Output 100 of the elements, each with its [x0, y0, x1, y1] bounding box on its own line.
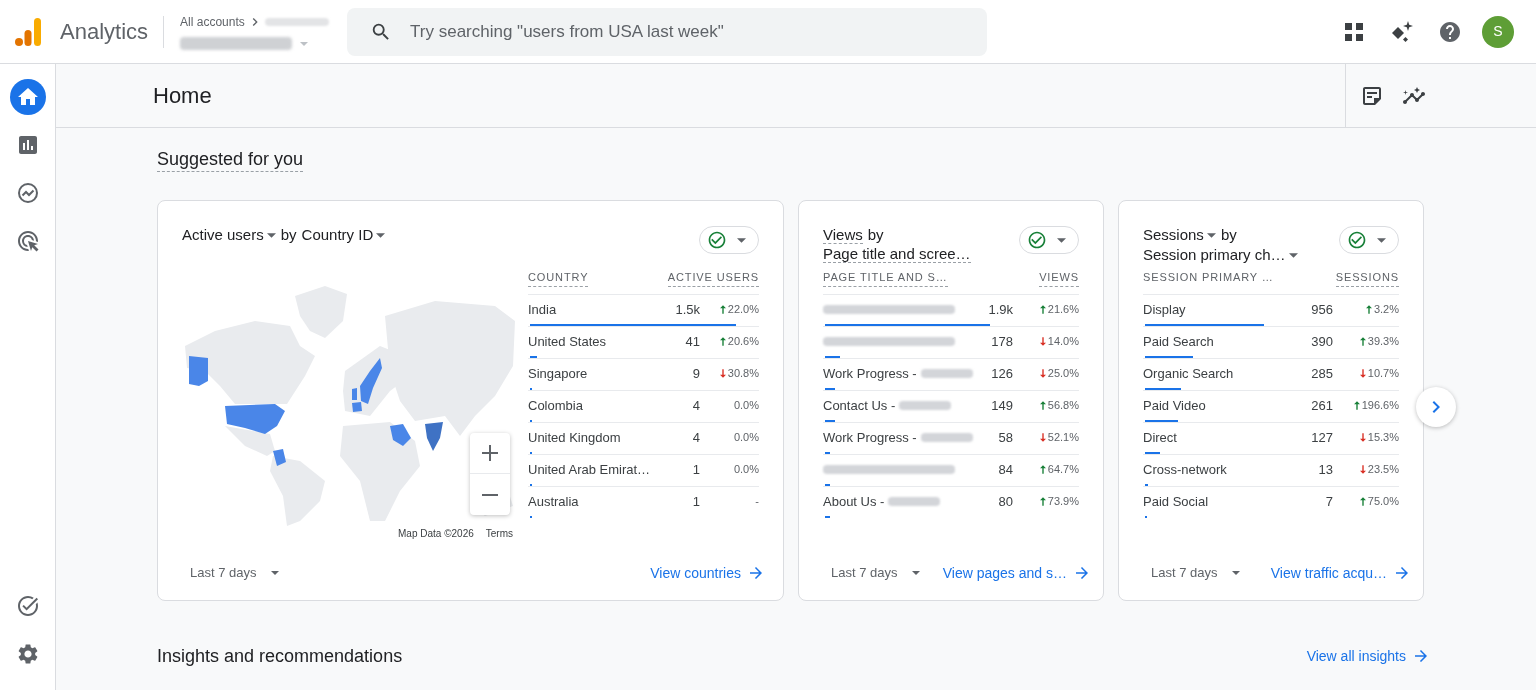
metric-label[interactable]: Views [823, 226, 863, 244]
change-percent: 14.0% [1047, 334, 1079, 350]
row-label: United Kingdom [528, 428, 621, 447]
caret-icon [300, 41, 309, 46]
metric-dropdown[interactable]: Sessions [1143, 225, 1216, 245]
change-percent: 21.6% [1047, 302, 1079, 318]
map-attribution: Map Data ©2026 [398, 526, 474, 541]
caret-icon [376, 232, 386, 238]
change-percent: 22.0% [727, 302, 759, 318]
row-label: Paid Search [1143, 332, 1214, 351]
dimension-dropdown[interactable]: Session primary ch… [1143, 245, 1298, 265]
change-percent: 30.8% [727, 366, 759, 382]
view-all-insights-link[interactable]: View all insights [1306, 645, 1430, 667]
terms-link[interactable]: Terms [485, 525, 513, 541]
row-value: 1.5k [675, 300, 700, 319]
arrow-right-icon [747, 564, 765, 582]
arrow-right-icon [1412, 647, 1430, 665]
plus-icon [482, 445, 498, 461]
row-label: Singapore [528, 364, 588, 383]
caret-icon [1206, 232, 1216, 238]
row-value: 4 [692, 396, 700, 415]
change-percent: 0.0% [733, 398, 759, 414]
row-label: Cross-network [1143, 460, 1227, 479]
row-value: 4 [692, 428, 700, 447]
section-heading[interactable]: Suggested for you [157, 147, 304, 172]
change-percent: 52.1% [1047, 430, 1079, 446]
row-label: About Us - [823, 492, 885, 511]
change-percent: 15.3% [1367, 430, 1399, 446]
caret-icon [911, 571, 920, 575]
change-percent: 39.3% [1367, 334, 1399, 350]
help-icon [1438, 19, 1462, 44]
status-dropdown-button[interactable] [1339, 226, 1399, 254]
column-header[interactable]: COUNTRY [528, 270, 589, 287]
row-value: 1 [692, 492, 700, 511]
status-dropdown-button[interactable] [699, 226, 759, 254]
row-value: 41 [685, 332, 700, 351]
row-label: Colombia [528, 396, 583, 415]
caret-icon [1288, 252, 1298, 258]
dimension-dropdown[interactable]: Country ID [301, 225, 386, 245]
change-percent: 20.6% [727, 334, 759, 350]
breadcrumb-link[interactable]: All accounts [180, 13, 245, 31]
title-connector: by [1220, 225, 1237, 245]
row-value: 261 [1311, 396, 1333, 415]
column-header[interactable]: ACTIVE USERS [667, 270, 759, 287]
row-label: Work Progress - [823, 364, 917, 383]
change-percent: 75.0% [1367, 494, 1399, 510]
status-dropdown-button[interactable] [1019, 226, 1079, 254]
row-value: 126 [991, 364, 1013, 383]
row-label: Australia [528, 492, 579, 511]
row-value: 84 [998, 460, 1013, 479]
title-connector: by [280, 225, 297, 245]
change-percent: 25.0% [1047, 366, 1079, 382]
change-percent: 23.5% [1367, 462, 1399, 478]
dimension-label[interactable]: Page title and scree… [823, 245, 971, 263]
column-header[interactable]: SESSIONS [1335, 270, 1399, 287]
row-label: Organic Search [1143, 364, 1234, 383]
date-range-dropdown[interactable]: Last 7 days [831, 563, 920, 583]
caret-icon [1057, 237, 1066, 243]
row-value: 390 [1311, 332, 1333, 351]
home-nav-button[interactable] [9, 79, 46, 115]
caret-icon [737, 237, 746, 243]
date-range-dropdown[interactable]: Last 7 days [190, 563, 279, 583]
change-percent: - [755, 494, 759, 510]
caret-icon [266, 232, 276, 238]
page-title: Home [153, 82, 212, 110]
caret-icon [270, 571, 279, 575]
row-value: 956 [1311, 300, 1333, 319]
row-label: Direct [1143, 428, 1177, 447]
column-header[interactable]: PAGE TITLE AND S… [823, 270, 948, 287]
product-name: Analytics [60, 18, 149, 46]
caret-icon [1377, 237, 1386, 243]
row-label: Display [1143, 300, 1186, 319]
row-value: 1 [692, 460, 700, 479]
row-label: Contact Us - [823, 396, 896, 415]
row-value: 1.9k [988, 300, 1013, 319]
date-range-dropdown[interactable]: Last 7 days [1151, 563, 1240, 583]
title-connector: by [867, 225, 884, 245]
column-header[interactable]: VIEWS [1039, 270, 1079, 287]
metric-dropdown[interactable]: Active users [182, 225, 276, 245]
view-report-link[interactable]: View traffic acqu… [1270, 562, 1411, 584]
search-field[interactable]: Try searching "users from USA last week" [347, 7, 988, 56]
row-value: 178 [991, 332, 1013, 351]
change-percent: 56.8% [1047, 398, 1079, 414]
change-percent: 64.7% [1047, 462, 1079, 478]
column-header[interactable]: SESSION PRIMARY … [1143, 270, 1274, 287]
row-value: 149 [991, 396, 1013, 415]
row-value: 285 [1311, 364, 1333, 383]
sparkle-icon [1391, 21, 1413, 42]
change-percent: 0.0% [733, 462, 759, 478]
minus-icon [482, 493, 498, 496]
change-percent: 3.2% [1373, 302, 1399, 318]
row-label: Paid Video [1143, 396, 1206, 415]
row-value: 58 [998, 428, 1013, 447]
arrow-right-icon [1073, 564, 1091, 582]
bar-chart-logo-icon [15, 17, 41, 46]
row-label: Work Progress - [823, 428, 917, 447]
view-report-link[interactable]: View pages and s… [942, 562, 1091, 584]
view-report-link[interactable]: View countries [650, 562, 765, 584]
row-label: United Arab Emirat… [528, 460, 651, 479]
redacted-text-block [264, 18, 329, 26]
